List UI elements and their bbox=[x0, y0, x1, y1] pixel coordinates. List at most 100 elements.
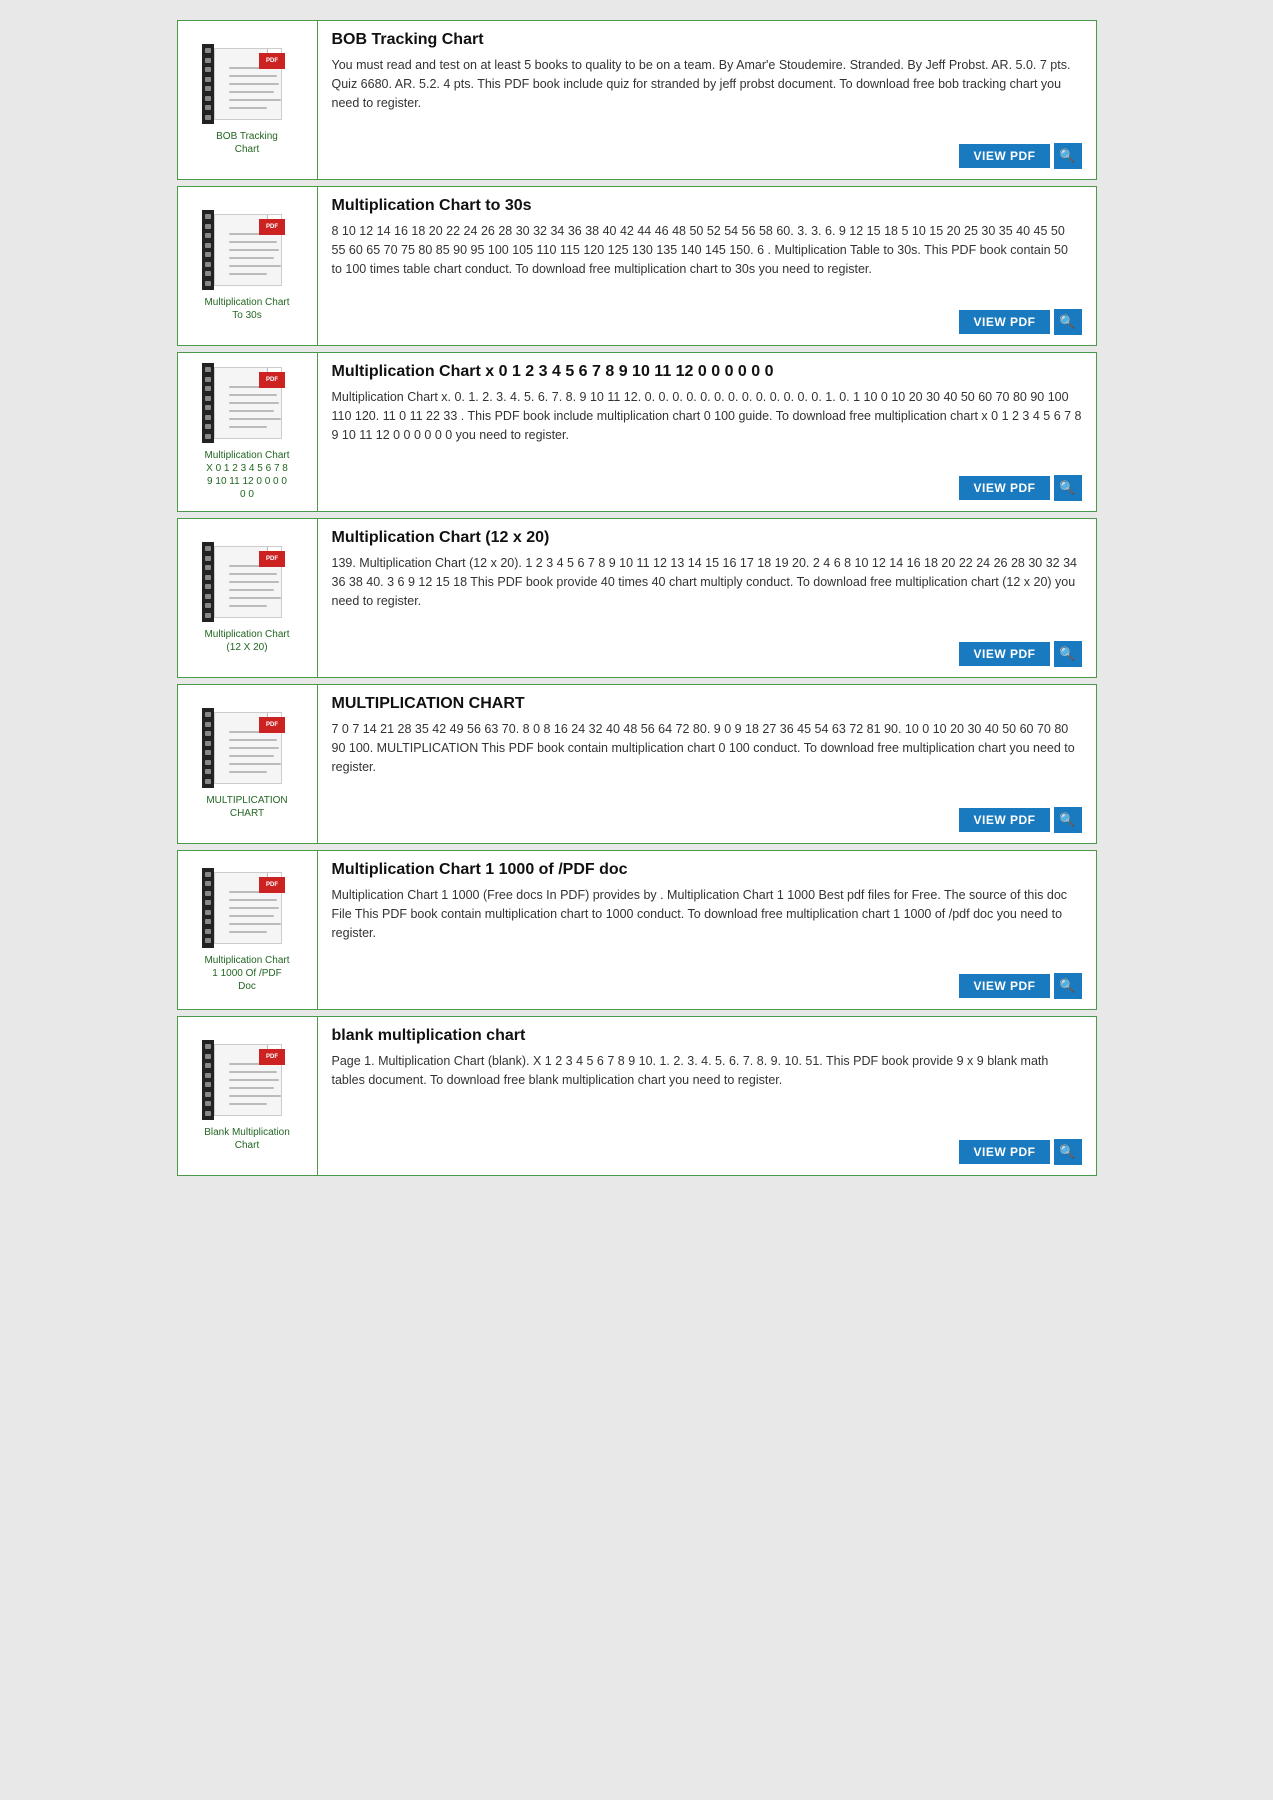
search-button-multiplication-chart[interactable]: 🔍 bbox=[1054, 807, 1082, 833]
card-footer-multiplication-chart-12x20: VIEW PDF 🔍 bbox=[332, 641, 1082, 667]
search-button-multiplication-chart-30s[interactable]: 🔍 bbox=[1054, 309, 1082, 335]
film-hole bbox=[205, 252, 211, 257]
card-label-multiplication-chart-12x20: Multiplication Chart (12 X 20) bbox=[204, 628, 289, 654]
card-desc-multiplication-chart-12x20: 139. Multiplication Chart (12 x 20). 1 2… bbox=[332, 554, 1082, 631]
card-footer-blank-multiplication-chart: VIEW PDF 🔍 bbox=[332, 1139, 1082, 1165]
film-hole bbox=[205, 546, 211, 551]
card-left-multiplication-chart-30s: PDF Multiplication Chart To 30s bbox=[178, 187, 318, 345]
card-right-multiplication-chart-30s: Multiplication Chart to 30s 8 10 12 14 1… bbox=[318, 187, 1096, 345]
thumbnail-multiplication-chart-12x20: PDF bbox=[202, 542, 292, 622]
search-button-multiplication-chart-1000[interactable]: 🔍 bbox=[1054, 973, 1082, 999]
view-pdf-button-blank-multiplication-chart[interactable]: VIEW PDF bbox=[959, 1140, 1049, 1164]
film-hole bbox=[205, 86, 211, 91]
card-left-multiplication-chart-1000: PDF Multiplication Chart 1 1000 Of /PDF … bbox=[178, 851, 318, 1009]
film-strip-bob-tracking bbox=[202, 44, 214, 124]
film-hole bbox=[205, 281, 211, 286]
film-hole bbox=[205, 575, 211, 580]
card-right-multiplication-chart-12x20: Multiplication Chart (12 x 20) 139. Mult… bbox=[318, 519, 1096, 677]
view-pdf-button-multiplication-chart-30s[interactable]: VIEW PDF bbox=[959, 310, 1049, 334]
card-footer-multiplication-chart-30s: VIEW PDF 🔍 bbox=[332, 309, 1082, 335]
film-hole bbox=[205, 919, 211, 924]
film-hole bbox=[205, 96, 211, 101]
card-desc-multiplication-chart-30s: 8 10 12 14 16 18 20 22 24 26 28 30 32 34… bbox=[332, 222, 1082, 299]
card-title-multiplication-chart-1000: Multiplication Chart 1 1000 of /PDF doc bbox=[332, 861, 1082, 879]
card-label-multiplication-chart-30s: Multiplication Chart To 30s bbox=[204, 296, 289, 322]
red-banner: PDF bbox=[259, 53, 285, 69]
search-icon-multiplication-chart: 🔍 bbox=[1059, 812, 1075, 828]
card-desc-bob-tracking: You must read and test on at least 5 boo… bbox=[332, 56, 1082, 133]
film-hole bbox=[205, 271, 211, 276]
view-pdf-button-multiplication-chart-x[interactable]: VIEW PDF bbox=[959, 476, 1049, 500]
card-right-bob-tracking: BOB Tracking Chart You must read and tes… bbox=[318, 21, 1096, 179]
view-pdf-button-multiplication-chart[interactable]: VIEW PDF bbox=[959, 808, 1049, 832]
film-hole bbox=[205, 565, 211, 570]
card-desc-blank-multiplication-chart: Page 1. Multiplication Chart (blank). X … bbox=[332, 1052, 1082, 1129]
film-hole bbox=[205, 722, 211, 727]
search-icon-bob-tracking: 🔍 bbox=[1059, 148, 1075, 164]
film-hole bbox=[205, 415, 211, 420]
card-left-bob-tracking: PDF BOB Tracking Chart bbox=[178, 21, 318, 179]
card-multiplication-chart-x: PDF Multiplication Chart X 0 1 2 3 4 5 6… bbox=[177, 352, 1097, 512]
card-desc-multiplication-chart-x: Multiplication Chart x. 0. 1. 2. 3. 4. 5… bbox=[332, 388, 1082, 465]
search-icon-blank-multiplication-chart: 🔍 bbox=[1059, 1144, 1075, 1160]
search-button-multiplication-chart-x[interactable]: 🔍 bbox=[1054, 475, 1082, 501]
card-title-multiplication-chart-x: Multiplication Chart x 0 1 2 3 4 5 6 7 8… bbox=[332, 363, 1082, 381]
view-pdf-button-multiplication-chart-1000[interactable]: VIEW PDF bbox=[959, 974, 1049, 998]
film-strip-multiplication-chart-30s bbox=[202, 210, 214, 290]
card-right-multiplication-chart: MULTIPLICATION CHART 7 0 7 14 21 28 35 4… bbox=[318, 685, 1096, 843]
film-hole bbox=[205, 750, 211, 755]
film-hole bbox=[205, 214, 211, 219]
card-multiplication-chart: PDF MULTIPLICATION CHART MULTIPLICATION … bbox=[177, 684, 1097, 844]
card-left-multiplication-chart: PDF MULTIPLICATION CHART bbox=[178, 685, 318, 843]
card-title-bob-tracking: BOB Tracking Chart bbox=[332, 31, 1082, 49]
film-hole bbox=[205, 556, 211, 561]
card-left-multiplication-chart-x: PDF Multiplication Chart X 0 1 2 3 4 5 6… bbox=[178, 353, 318, 511]
card-label-multiplication-chart-x: Multiplication Chart X 0 1 2 3 4 5 6 7 8… bbox=[204, 449, 289, 501]
card-title-multiplication-chart: MULTIPLICATION CHART bbox=[332, 695, 1082, 713]
red-banner: PDF bbox=[259, 1049, 285, 1065]
red-banner: PDF bbox=[259, 551, 285, 567]
search-button-blank-multiplication-chart[interactable]: 🔍 bbox=[1054, 1139, 1082, 1165]
thumbnail-bob-tracking: PDF bbox=[202, 44, 292, 124]
film-hole bbox=[205, 77, 211, 82]
film-strip-multiplication-chart bbox=[202, 708, 214, 788]
film-hole bbox=[205, 938, 211, 943]
page-container: PDF BOB Tracking Chart BOB Tracking Char… bbox=[177, 20, 1097, 1182]
card-label-multiplication-chart: MULTIPLICATION CHART bbox=[206, 794, 287, 820]
search-button-multiplication-chart-12x20[interactable]: 🔍 bbox=[1054, 641, 1082, 667]
film-hole bbox=[205, 1111, 211, 1116]
film-hole bbox=[205, 929, 211, 934]
film-hole bbox=[205, 105, 211, 110]
film-hole bbox=[205, 405, 211, 410]
view-pdf-button-multiplication-chart-12x20[interactable]: VIEW PDF bbox=[959, 642, 1049, 666]
thumbnail-multiplication-chart-1000: PDF bbox=[202, 868, 292, 948]
film-hole bbox=[205, 367, 211, 372]
red-banner: PDF bbox=[259, 372, 285, 388]
film-hole bbox=[205, 872, 211, 877]
film-hole bbox=[205, 741, 211, 746]
film-hole bbox=[205, 769, 211, 774]
film-hole bbox=[205, 396, 211, 401]
film-hole bbox=[205, 1082, 211, 1087]
film-strip-multiplication-chart-1000 bbox=[202, 868, 214, 948]
card-footer-multiplication-chart-1000: VIEW PDF 🔍 bbox=[332, 973, 1082, 999]
card-left-blank-multiplication-chart: PDF Blank Multiplication Chart bbox=[178, 1017, 318, 1175]
card-multiplication-chart-1000: PDF Multiplication Chart 1 1000 Of /PDF … bbox=[177, 850, 1097, 1010]
film-hole bbox=[205, 1044, 211, 1049]
card-right-multiplication-chart-x: Multiplication Chart x 0 1 2 3 4 5 6 7 8… bbox=[318, 353, 1096, 511]
card-title-multiplication-chart-30s: Multiplication Chart to 30s bbox=[332, 197, 1082, 215]
film-hole bbox=[205, 584, 211, 589]
film-hole bbox=[205, 613, 211, 618]
film-hole bbox=[205, 731, 211, 736]
thumbnail-multiplication-chart-30s: PDF bbox=[202, 210, 292, 290]
film-hole bbox=[205, 900, 211, 905]
film-hole bbox=[205, 603, 211, 608]
film-hole bbox=[205, 910, 211, 915]
card-label-bob-tracking: BOB Tracking Chart bbox=[216, 130, 278, 156]
search-button-bob-tracking[interactable]: 🔍 bbox=[1054, 143, 1082, 169]
card-label-blank-multiplication-chart: Blank Multiplication Chart bbox=[204, 1126, 290, 1152]
film-hole bbox=[205, 67, 211, 72]
film-hole bbox=[205, 243, 211, 248]
film-hole bbox=[205, 434, 211, 439]
view-pdf-button-bob-tracking[interactable]: VIEW PDF bbox=[959, 144, 1049, 168]
